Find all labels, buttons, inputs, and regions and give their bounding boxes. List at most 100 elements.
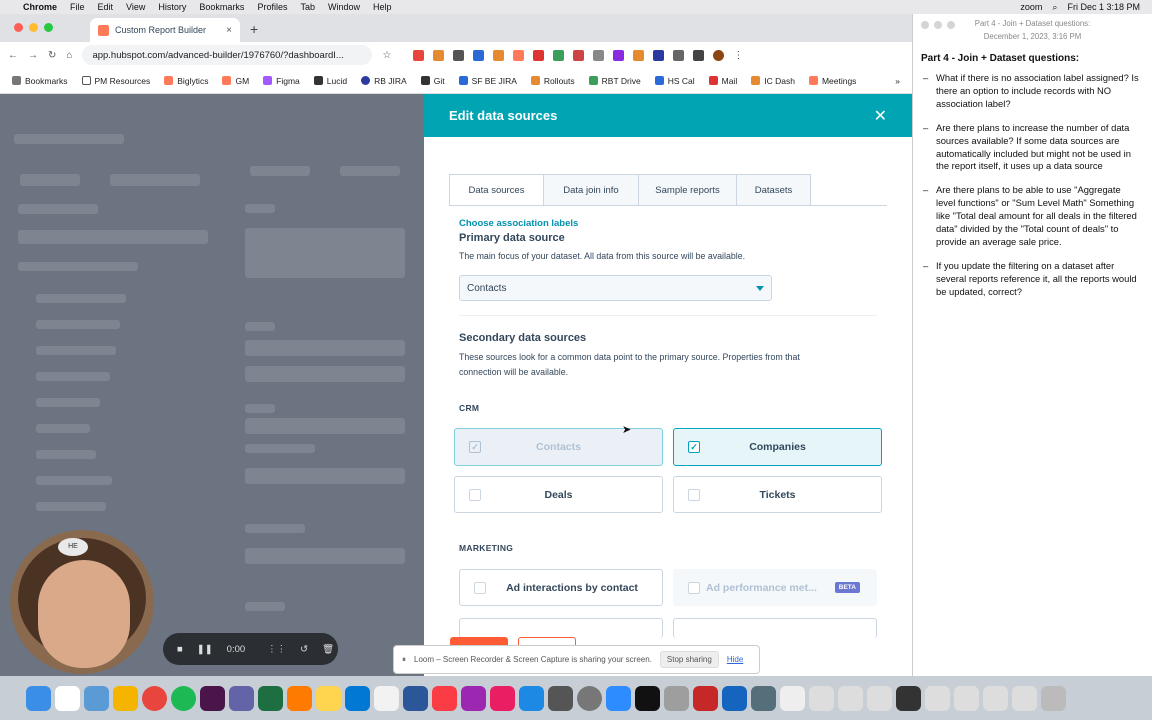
apple-tv-icon[interactable]: [635, 685, 660, 711]
recent-app-icon[interactable]: [867, 685, 892, 711]
source-card-partial[interactable]: [459, 618, 663, 638]
webcam-bubble[interactable]: HE: [10, 530, 154, 674]
recent-app-icon[interactable]: [780, 685, 805, 711]
extension-icon[interactable]: [533, 49, 545, 61]
reload-icon[interactable]: ↻: [48, 50, 56, 61]
trash-icon[interactable]: [1041, 685, 1066, 711]
address-bar[interactable]: app.hubspot.com/advanced-builder/1976760…: [82, 45, 373, 65]
checkbox[interactable]: [688, 488, 700, 501]
close-tab-icon[interactable]: ×: [226, 25, 232, 36]
extension-icon[interactable]: [613, 49, 625, 61]
finder-icon[interactable]: [26, 685, 51, 711]
extension-icon[interactable]: [433, 49, 445, 61]
note-item[interactable]: Are there plans to be able to use "Aggre…: [921, 184, 1142, 249]
menu-bookmarks[interactable]: Bookmarks: [199, 2, 244, 12]
extension-icon[interactable]: [513, 49, 525, 61]
preview-icon[interactable]: [664, 685, 689, 711]
bookmark-item[interactable]: RB JIRA: [361, 76, 407, 86]
checkbox-checked[interactable]: ✓: [688, 441, 700, 453]
app-store-icon[interactable]: [519, 685, 544, 711]
recent-app-icon[interactable]: [838, 685, 863, 711]
source-card-companies[interactable]: ✓ Companies: [673, 428, 882, 466]
chrome-icon[interactable]: [142, 685, 167, 711]
menu-view[interactable]: View: [126, 2, 145, 12]
source-card-deals[interactable]: Deals: [454, 476, 663, 513]
checkbox[interactable]: [474, 581, 486, 594]
recent-app-icon[interactable]: [954, 685, 979, 711]
source-card-ad-interactions[interactable]: Ad interactions by contact: [459, 569, 663, 606]
extensions-puzzle-icon[interactable]: [673, 49, 685, 61]
tab-sample-reports[interactable]: Sample reports: [639, 174, 737, 206]
menu-tab[interactable]: Tab: [300, 2, 315, 12]
mail-icon[interactable]: [722, 685, 747, 711]
close-window-button[interactable]: [921, 21, 929, 29]
note-item[interactable]: What if there is no association label as…: [921, 72, 1142, 111]
notes-icon[interactable]: [316, 685, 341, 711]
bookmark-item[interactable]: SF BE JIRA: [458, 76, 517, 86]
slack-icon[interactable]: [200, 685, 225, 711]
restart-icon[interactable]: ↺: [300, 644, 308, 655]
extension-icon[interactable]: [553, 49, 565, 61]
extension-icon[interactable]: [453, 49, 465, 61]
home-icon[interactable]: ⌂: [66, 50, 72, 61]
recent-app-icon[interactable]: [983, 685, 1008, 711]
spotify-icon[interactable]: [171, 685, 196, 711]
sublime-icon[interactable]: [287, 685, 312, 711]
recent-app-icon[interactable]: [809, 685, 834, 711]
profile-avatar[interactable]: [713, 49, 725, 61]
system-settings-icon[interactable]: [577, 685, 602, 711]
bookmark-item[interactable]: Mail: [708, 76, 737, 86]
zoom-icon[interactable]: [606, 685, 631, 711]
forward-icon[interactable]: →: [28, 50, 38, 61]
music-icon[interactable]: [432, 685, 457, 711]
clock[interactable]: Fri Dec 1 3:18 PM: [1067, 2, 1140, 12]
bookmark-item[interactable]: Meetings: [808, 76, 856, 86]
sidebar-icon[interactable]: [693, 49, 705, 61]
screenshot-icon[interactable]: [751, 685, 776, 711]
extension-icon[interactable]: [573, 49, 585, 61]
maximize-window-button[interactable]: [947, 21, 955, 29]
bookmark-item[interactable]: RBT Drive: [588, 76, 641, 86]
browser-tab[interactable]: Custom Report Builder ×: [90, 18, 240, 42]
bookmark-item[interactable]: HS Cal: [654, 76, 695, 86]
back-icon[interactable]: ←: [8, 50, 18, 61]
pause-icon[interactable]: ❚❚: [197, 644, 213, 655]
menu-edit[interactable]: Edit: [98, 2, 114, 12]
bookmark-item[interactable]: Biglytics: [164, 76, 208, 86]
zoom-status[interactable]: zoom: [1020, 2, 1042, 12]
new-tab-button[interactable]: +: [250, 18, 258, 42]
search-icon[interactable]: ⌕: [1052, 2, 1057, 13]
trash-icon[interactable]: 🗑: [322, 644, 334, 655]
extension-icon[interactable]: [493, 49, 505, 61]
calendar-icon[interactable]: [55, 685, 80, 711]
bookmark-item[interactable]: Git: [420, 76, 445, 86]
hide-link[interactable]: Hide: [727, 655, 743, 664]
note-title[interactable]: Part 4 - Join + Dataset questions:: [921, 53, 1152, 64]
close-window-button[interactable]: [14, 23, 23, 32]
source-card-tickets[interactable]: Tickets: [673, 476, 882, 513]
menu-history[interactable]: History: [158, 2, 186, 12]
note-item[interactable]: Are there plans to increase the number o…: [921, 122, 1142, 174]
teams-icon[interactable]: [229, 685, 254, 711]
bookmark-item[interactable]: GM: [222, 76, 249, 86]
menu-window[interactable]: Window: [328, 2, 360, 12]
bookmark-item[interactable]: Rollouts: [530, 76, 575, 86]
podcasts-icon[interactable]: [461, 685, 486, 711]
bookmark-item[interactable]: Bookmarks: [12, 76, 68, 86]
terminal-icon[interactable]: [896, 685, 921, 711]
recent-app-icon[interactable]: [925, 685, 950, 711]
tab-data-sources[interactable]: Data sources: [449, 174, 544, 206]
primary-data-source-select[interactable]: Contacts: [459, 275, 772, 301]
extension-icon[interactable]: [593, 49, 605, 61]
stop-recording-icon[interactable]: ■: [177, 644, 183, 655]
bookmark-item[interactable]: Lucid: [313, 76, 347, 86]
launchpad-icon[interactable]: [84, 685, 109, 711]
choose-association-labels-link[interactable]: Choose association labels: [459, 218, 578, 229]
app-menu[interactable]: Chrome: [23, 2, 57, 12]
bookmark-item[interactable]: IC Dash: [751, 76, 795, 86]
extension-icon[interactable]: [413, 49, 425, 61]
dictionary-icon[interactable]: [693, 685, 718, 711]
word-icon[interactable]: [403, 685, 428, 711]
tab-datasets[interactable]: Datasets: [737, 174, 811, 206]
maximize-window-button[interactable]: [44, 23, 53, 32]
